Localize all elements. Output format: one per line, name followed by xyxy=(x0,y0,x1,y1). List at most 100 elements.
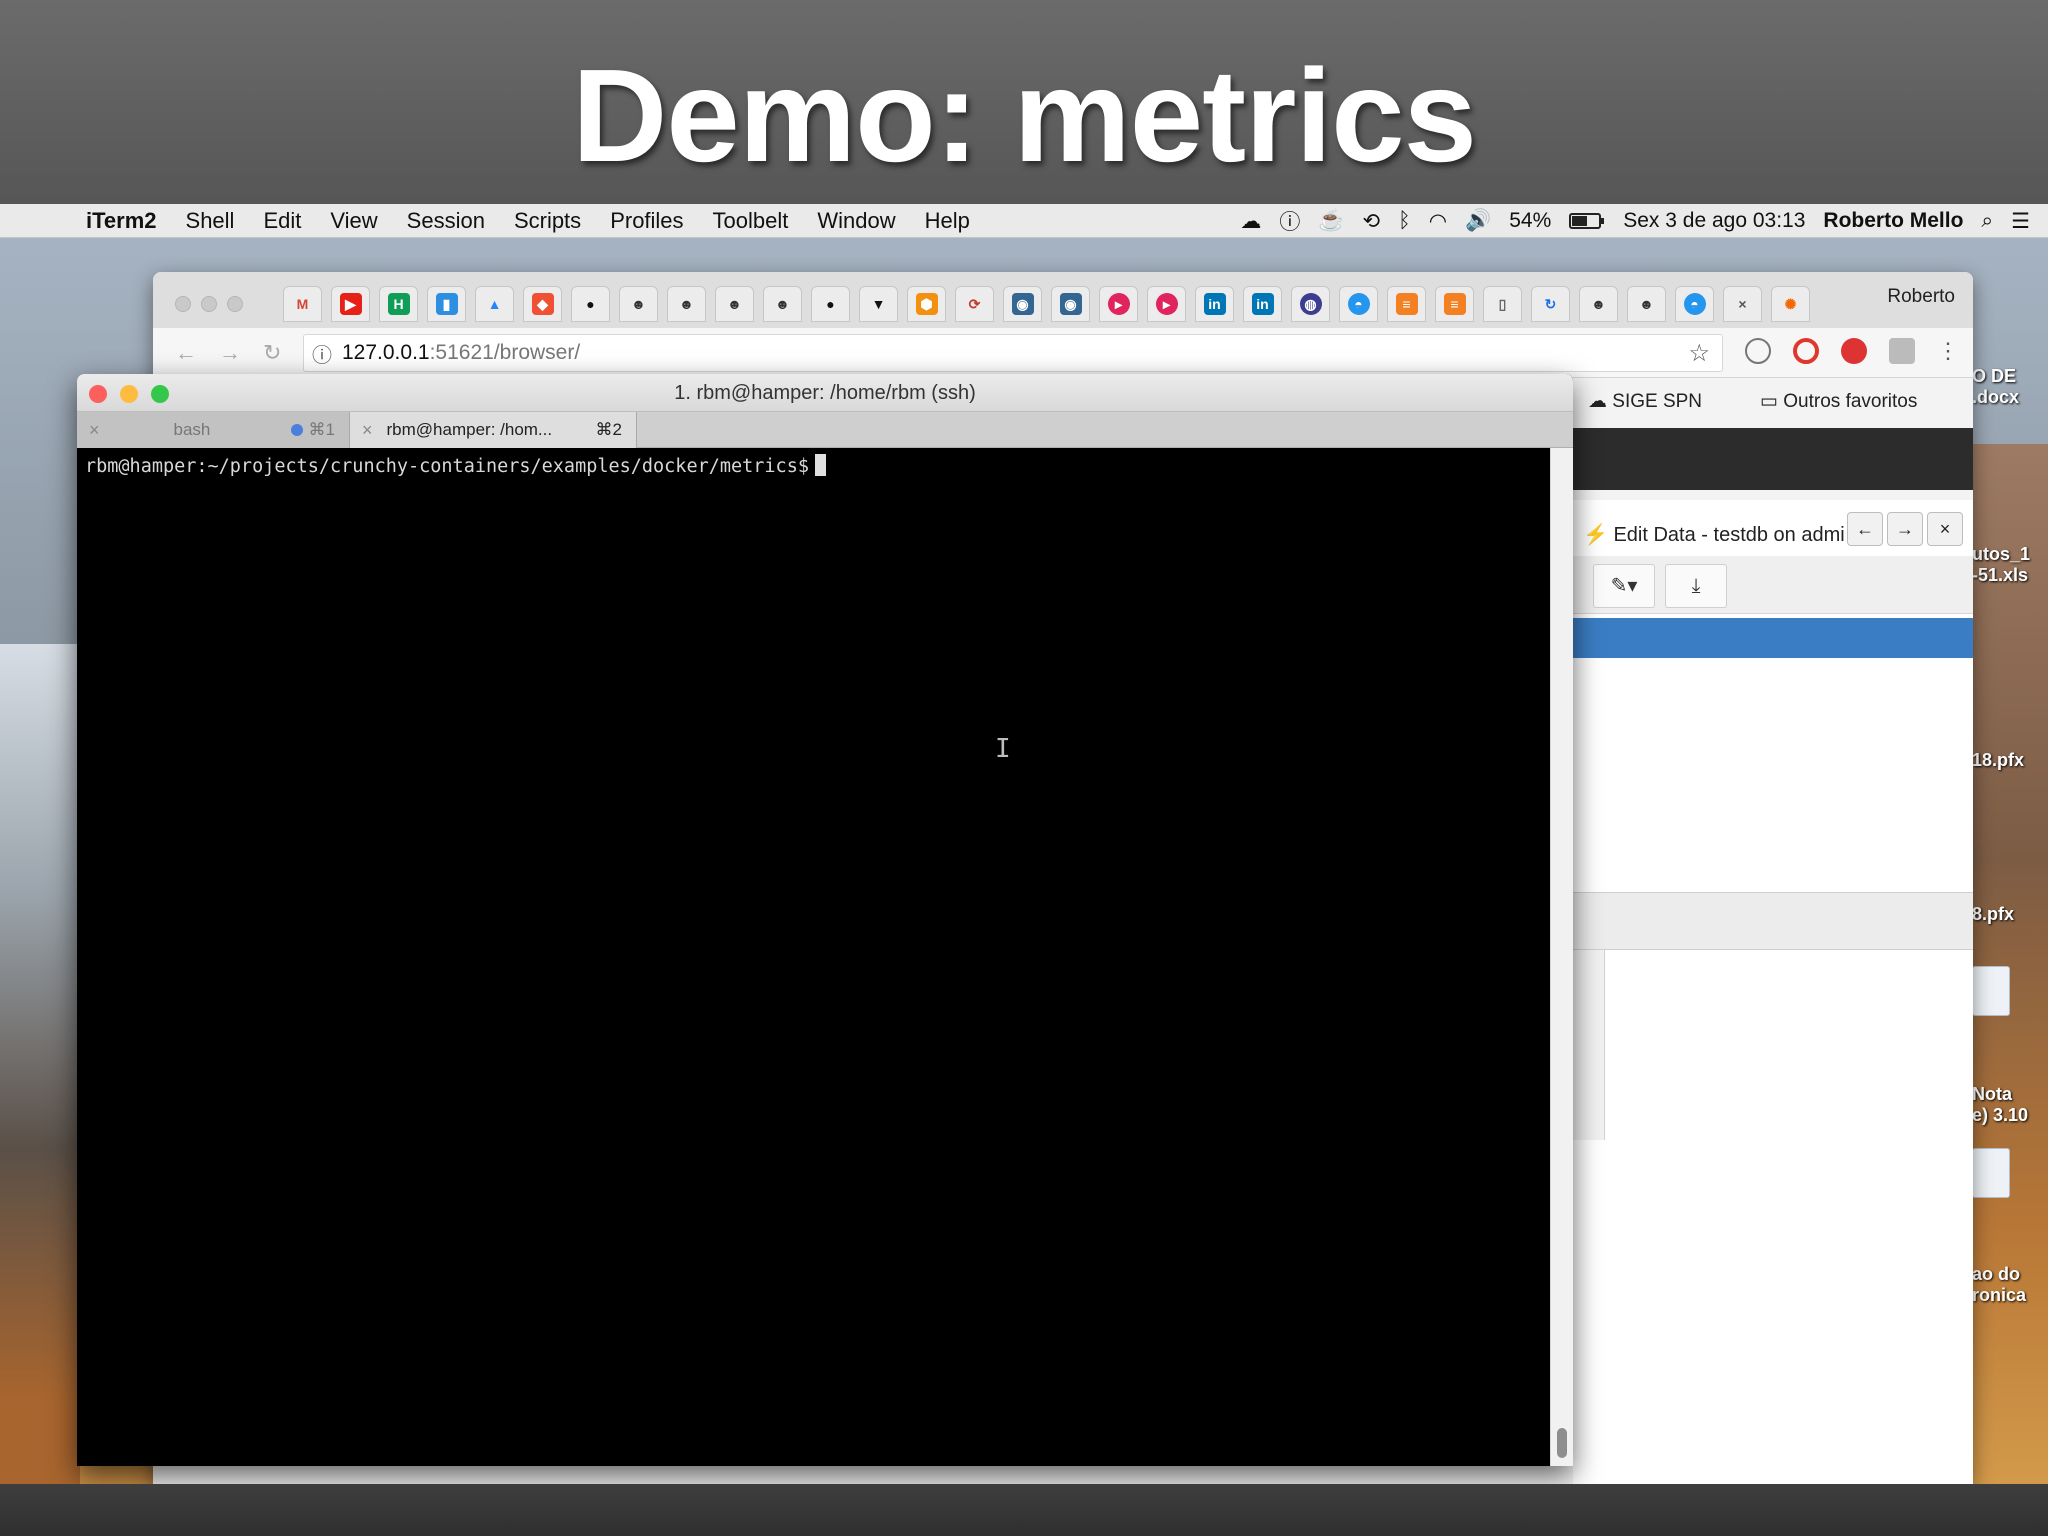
tab-postgres[interactable]: ◉ xyxy=(1003,286,1042,322)
tab-grafana[interactable]: ✺ xyxy=(1771,286,1810,322)
postgres-icon: ◉ xyxy=(1059,293,1082,315)
tab-github[interactable]: ● xyxy=(571,286,610,322)
slide-footer xyxy=(0,1484,2048,1536)
zoom-window-button[interactable] xyxy=(227,296,243,312)
tab-docker[interactable]: ◓ xyxy=(1339,286,1378,322)
tab-linkedin[interactable]: in xyxy=(1243,286,1282,322)
volume-icon[interactable]: 🔊 xyxy=(1465,209,1491,233)
notification-center-icon[interactable]: ☰ xyxy=(2011,209,2030,234)
tab-youtube[interactable]: ▶ xyxy=(331,286,370,322)
menu-help[interactable]: Help xyxy=(925,208,970,234)
forward-arrow-icon[interactable]: → xyxy=(219,340,241,366)
tab-gmail[interactable]: M xyxy=(283,286,322,322)
bookmark-star-icon[interactable]: ☆ xyxy=(1688,339,1710,368)
bookmark-other-favorites[interactable]: ▭ Outros favoritos xyxy=(1760,390,1917,413)
iterm-titlebar: 1. rbm@hamper: /home/rbm (ssh) xyxy=(77,374,1573,412)
battery-icon[interactable] xyxy=(1569,213,1605,229)
tab-bash[interactable]: × bash ⌘1 xyxy=(77,412,349,448)
tab-linkedin[interactable]: in xyxy=(1195,286,1234,322)
tab-stackoverflow[interactable]: ≡ xyxy=(1387,286,1426,322)
menu-session[interactable]: Session xyxy=(407,208,485,234)
tab-jenkins[interactable]: ☻ xyxy=(715,286,754,322)
terminal-scrollbar[interactable] xyxy=(1550,448,1573,1466)
minimize-window-button[interactable] xyxy=(201,296,217,312)
tab-shirt[interactable]: ▼ xyxy=(859,286,898,322)
browser-nav: ← → ↻ xyxy=(175,340,281,366)
tab-sync[interactable]: ↻ xyxy=(1531,286,1570,322)
tab-jenkins[interactable]: ☻ xyxy=(1579,286,1618,322)
back-arrow-icon[interactable]: ← xyxy=(175,340,197,366)
tab-jenkins[interactable]: ☻ xyxy=(763,286,802,322)
tab-jenkins[interactable]: ☻ xyxy=(1627,286,1666,322)
selected-row[interactable] xyxy=(1573,618,1973,658)
close-tab-icon[interactable]: × xyxy=(362,420,373,441)
wifi-icon[interactable]: ◠ xyxy=(1429,209,1447,234)
tab-jenkins[interactable]: ☻ xyxy=(667,286,706,322)
menu-shell[interactable]: Shell xyxy=(186,208,235,234)
package-icon: ⬢ xyxy=(915,293,938,315)
tab-bookmark[interactable]: ▮ xyxy=(427,286,466,322)
password-manager-icon[interactable]: ⓘ xyxy=(1279,206,1300,236)
reload-icon[interactable]: ↻ xyxy=(263,340,281,366)
desktop-file-5[interactable]: Nota e) 3.10 xyxy=(1972,1084,2028,1126)
battery-percent[interactable]: 54% xyxy=(1509,209,1551,233)
close-window-button[interactable] xyxy=(175,296,191,312)
panel-close-button[interactable]: × xyxy=(1927,512,1963,546)
menu-app-name[interactable]: iTerm2 xyxy=(86,208,157,234)
text-cursor xyxy=(814,454,826,476)
desktop-file-6[interactable]: ao do ronica xyxy=(1972,1264,2026,1306)
menu-scripts[interactable]: Scripts xyxy=(514,208,581,234)
tab-close[interactable]: × xyxy=(1723,286,1762,322)
cloud-upload-icon[interactable]: ☁ xyxy=(1240,209,1261,234)
close-tab-icon[interactable]: × xyxy=(89,420,100,441)
menu-view[interactable]: View xyxy=(330,208,377,234)
menu-user[interactable]: Roberto Mello xyxy=(1823,209,1963,233)
menu-window[interactable]: Window xyxy=(817,208,895,234)
file-icon[interactable] xyxy=(1972,966,2010,1016)
address-bar[interactable]: ⓘ 127.0.0.1 :51621/browser/ ☆ xyxy=(303,334,1723,372)
tab-media[interactable]: ▸ xyxy=(1147,286,1186,322)
tab-package[interactable]: ⬢ xyxy=(907,286,946,322)
password-manager-extension-icon[interactable] xyxy=(1745,338,1771,364)
file-icon[interactable] xyxy=(1972,1148,2010,1198)
panel-back-button[interactable]: ← xyxy=(1847,512,1883,546)
panel-forward-button[interactable]: → xyxy=(1887,512,1923,546)
tab-jenkins[interactable]: ☻ xyxy=(619,286,658,322)
tab-docker[interactable]: ◓ xyxy=(1675,286,1714,322)
desktop-file-2[interactable]: utos_1 -51.xls xyxy=(1972,544,2030,586)
tab-github[interactable]: ● xyxy=(811,286,850,322)
eraser-dropdown-button[interactable]: ✎▾ xyxy=(1593,564,1655,608)
bookmark-sige-spn[interactable]: ☁ SIGE SPN xyxy=(1588,390,1702,413)
menu-profiles[interactable]: Profiles xyxy=(610,208,683,234)
blocker-extension-icon[interactable] xyxy=(1841,338,1867,364)
tab-atlassian[interactable]: ▲ xyxy=(475,286,514,322)
time-machine-icon[interactable]: ⟲ xyxy=(1363,209,1381,234)
terminal-output[interactable]: rbm@hamper:~/projects/crunchy-containers… xyxy=(77,448,1550,1466)
tab-document[interactable]: ▯ xyxy=(1483,286,1522,322)
panel-title: ⚡ Edit Data - testdb on admi xyxy=(1583,524,1845,546)
download-button[interactable]: ⤓ xyxy=(1665,564,1727,608)
coffee-icon[interactable]: ☕ xyxy=(1318,209,1344,233)
tab-ssh[interactable]: × rbm@hamper: /hom... ⌘2 xyxy=(349,412,637,448)
tab-media[interactable]: ▸ xyxy=(1099,286,1138,322)
menu-clock[interactable]: Sex 3 de ago 03:13 xyxy=(1623,209,1805,233)
desktop-file-3[interactable]: 18.pfx xyxy=(1972,750,2024,771)
tab-globe[interactable]: ◍ xyxy=(1291,286,1330,322)
opera-extension-icon[interactable] xyxy=(1793,338,1819,364)
tab-dbeaver[interactable]: ⟳ xyxy=(955,286,994,322)
tab-git[interactable]: ◆ xyxy=(523,286,562,322)
scrollbar-thumb[interactable] xyxy=(1557,1428,1567,1458)
desktop-file-4[interactable]: 8.pfx xyxy=(1972,904,2014,925)
menu-toolbelt[interactable]: Toolbelt xyxy=(713,208,789,234)
tab-stackoverflow[interactable]: ≡ xyxy=(1435,286,1474,322)
incognito-extension-icon[interactable] xyxy=(1889,338,1915,364)
desktop-file-1[interactable]: O DE .docx xyxy=(1972,366,2019,408)
tab-postgres[interactable]: ◉ xyxy=(1051,286,1090,322)
tab-hangouts[interactable]: H xyxy=(379,286,418,322)
browser-menu-icon[interactable]: ⋮ xyxy=(1937,338,1959,364)
bluetooth-icon[interactable]: ᛒ xyxy=(1398,209,1411,233)
browser-profile-name[interactable]: Roberto xyxy=(1887,286,1955,308)
info-icon[interactable]: ⓘ xyxy=(312,339,332,368)
menu-edit[interactable]: Edit xyxy=(263,208,301,234)
spotlight-search-icon[interactable]: ⌕ xyxy=(1981,209,1993,233)
